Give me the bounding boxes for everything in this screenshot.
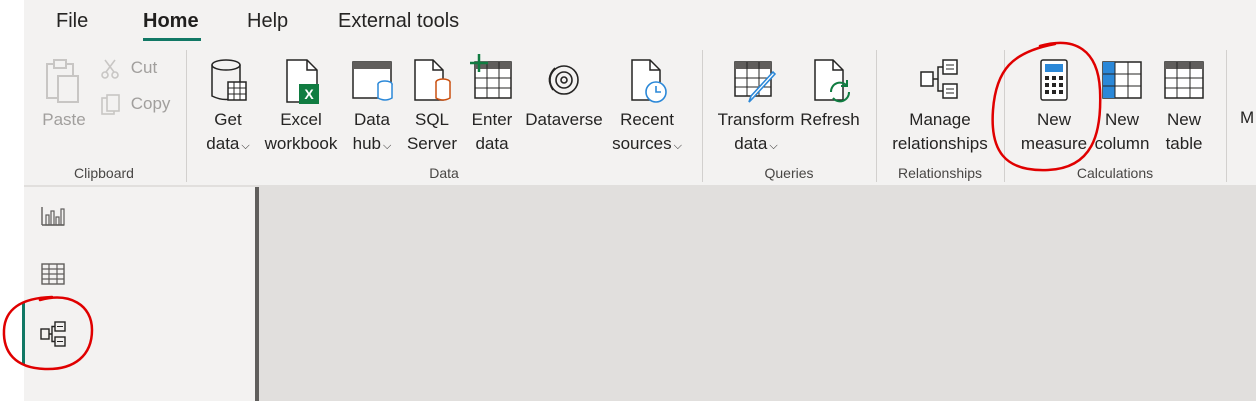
enter-data-label-2: data <box>475 134 509 153</box>
tab-home[interactable]: Home <box>143 9 199 33</box>
data-group-label: Data <box>429 165 459 181</box>
data-hub-label-2: hub ⌵ <box>352 134 392 153</box>
recent-sources-button[interactable]: Recent sources ⌵ <box>606 58 688 158</box>
tab-home-underline <box>143 38 201 41</box>
new-table-button[interactable]: New table <box>1156 58 1212 156</box>
separator <box>186 50 187 182</box>
recent-sources-label-2: sources ⌵ <box>612 134 682 153</box>
transform-data-label-2: data ⌵ <box>734 134 778 153</box>
refresh-icon <box>814 59 851 103</box>
paste-button[interactable]: Paste <box>40 58 88 132</box>
chevron-down-icon: ⌵ <box>241 140 250 152</box>
separator <box>702 50 703 182</box>
refresh-label: Refresh <box>800 110 860 129</box>
new-column-button[interactable]: New column <box>1092 58 1152 156</box>
data-view-button[interactable] <box>24 248 82 302</box>
get-data-label-2: data ⌵ <box>206 134 250 153</box>
recent-sources-icon <box>631 59 667 103</box>
excel-label-2: workbook <box>264 134 338 153</box>
manage-relationships-label-2: relationships <box>892 134 988 153</box>
sql-label-2: Server <box>406 134 458 153</box>
new-table-label-2: table <box>1165 134 1203 153</box>
new-measure-icon <box>1040 59 1068 101</box>
copy-button[interactable]: Copy <box>100 92 180 116</box>
dataverse-button[interactable]: Dataverse <box>522 58 606 132</box>
get-data-icon <box>211 59 247 101</box>
separator <box>1004 50 1005 182</box>
tab-external-tools[interactable]: External tools <box>338 9 459 33</box>
data-hub-label-1: Data <box>354 110 390 129</box>
transform-data-button[interactable]: Transform data ⌵ <box>714 58 798 158</box>
chevron-down-icon: ⌵ <box>673 140 682 152</box>
model-view-icon <box>40 321 66 347</box>
separator <box>1226 50 1227 182</box>
overflow-button-label[interactable]: M <box>1240 106 1256 130</box>
new-column-label-2: column <box>1094 134 1150 153</box>
manage-relationships-icon <box>920 59 958 99</box>
sql-server-button[interactable]: SQL Server <box>404 58 460 156</box>
paste-label: Paste <box>42 110 86 129</box>
enter-data-button[interactable]: Enter data <box>466 54 518 156</box>
left-strip <box>0 0 24 401</box>
transform-data-label-1: Transform <box>717 110 795 129</box>
chevron-down-icon: ⌵ <box>383 140 392 152</box>
data-hub-icon <box>352 61 393 101</box>
excel-label-1: Excel <box>280 110 322 129</box>
dataverse-label: Dataverse <box>525 110 603 129</box>
get-data-button[interactable]: Get data ⌵ <box>200 58 256 158</box>
manage-relationships-label-1: Manage <box>909 110 971 129</box>
new-table-label-1: New <box>1166 110 1201 129</box>
enter-data-label-1: Enter <box>471 110 513 129</box>
cut-label: Cut <box>130 58 158 77</box>
sql-label-1: SQL <box>414 110 450 129</box>
recent-sources-label-1: Recent <box>620 110 674 129</box>
transform-data-icon <box>734 61 777 103</box>
get-data-label-1: Get <box>214 110 242 129</box>
dataverse-icon <box>548 65 579 95</box>
cut-button[interactable]: Cut <box>100 56 180 80</box>
cut-icon <box>101 59 119 79</box>
new-measure-label-1: New <box>1036 110 1071 129</box>
paste-icon <box>46 59 79 103</box>
data-hub-button[interactable]: Data hub ⌵ <box>346 58 398 158</box>
new-measure-label-2: measure <box>1020 134 1088 153</box>
separator <box>876 50 877 182</box>
model-canvas[interactable] <box>259 187 1256 401</box>
tab-file[interactable]: File <box>56 9 88 33</box>
svg-text:X: X <box>304 86 314 102</box>
sql-server-icon <box>414 59 451 101</box>
excel-icon: X <box>286 59 319 104</box>
report-view-icon <box>41 207 65 226</box>
refresh-button[interactable]: Refresh <box>798 58 862 132</box>
chevron-down-icon: ⌵ <box>769 140 778 152</box>
enter-data-icon <box>470 54 512 99</box>
new-column-label-1: New <box>1104 110 1139 129</box>
clipboard-group-label: Clipboard <box>74 165 134 181</box>
tab-help[interactable]: Help <box>247 9 288 33</box>
data-view-icon <box>41 263 65 285</box>
new-table-icon <box>1164 61 1204 99</box>
queries-group-label: Queries <box>764 165 814 181</box>
model-view-button[interactable] <box>24 307 82 361</box>
fields-pane <box>82 187 255 401</box>
new-column-icon <box>1102 61 1142 99</box>
calculations-group-label: Calculations <box>1076 165 1154 181</box>
excel-workbook-button[interactable]: X Excel workbook <box>260 58 342 156</box>
new-measure-button[interactable]: New measure <box>1018 58 1090 156</box>
report-view-button[interactable] <box>24 190 82 244</box>
copy-icon <box>101 93 120 115</box>
relationships-group-label: Relationships <box>897 165 983 181</box>
manage-relationships-button[interactable]: Manage relationships <box>886 58 994 156</box>
copy-label: Copy <box>130 94 171 113</box>
